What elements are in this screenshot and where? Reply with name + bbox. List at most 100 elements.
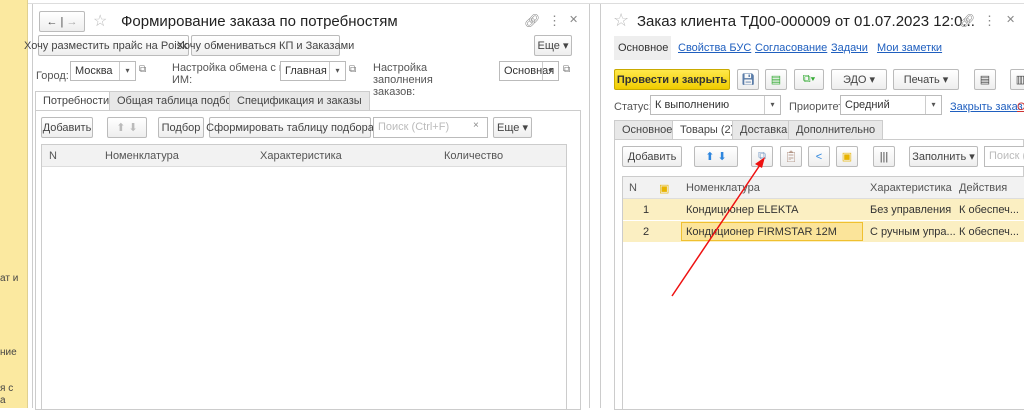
exchange-button[interactable]: Хочу обмениваться КП и Заказами — [177, 35, 354, 56]
print-button[interactable]: Печать ▾ — [893, 69, 959, 90]
tab-delivery[interactable]: Доставка — [732, 120, 796, 140]
open-icon[interactable]: ⧉ — [563, 64, 570, 75]
chevron-down-icon[interactable]: ▾ — [119, 62, 135, 80]
window-title: Заказ клиента ТД00-000009 от 01.07.2023 … — [637, 13, 975, 30]
nav-tasks[interactable]: Задачи — [831, 42, 868, 54]
col-characteristic[interactable]: Характеристика — [870, 182, 952, 194]
table-row[interactable]: 2 Кондиционер FIRMSTAR 12M С ручным упра… — [623, 221, 1024, 243]
sidebar-fragment: ат и — [0, 273, 19, 284]
nav-bus-properties[interactable]: Свойства БУС — [678, 42, 751, 54]
back-icon[interactable]: ← — [47, 16, 58, 28]
col-item[interactable]: Номенклатура — [686, 182, 760, 194]
fill-select[interactable]: Основная ▾ — [499, 61, 559, 81]
link-icon[interactable]: 🔗︎ — [959, 13, 976, 29]
customer-order-window: ☆ Заказ клиента ТД00-000009 от 01.07.202… — [600, 4, 1024, 410]
create-based-button[interactable]: ⧉▾ — [794, 69, 824, 90]
paste-button[interactable]: 📋︎ — [780, 146, 802, 167]
post-and-close-button[interactable]: Провести и закрыть — [614, 69, 730, 90]
table-more-button[interactable]: Еще ▾ — [493, 117, 532, 138]
exchange-value: Главная — [285, 65, 327, 77]
link-icon[interactable]: 🔗︎ — [524, 13, 541, 29]
report-button[interactable]: ▤ — [974, 69, 996, 90]
chevron-down-icon[interactable]: ▾ — [925, 96, 941, 114]
pick-button[interactable]: Подбор — [158, 117, 204, 138]
share-button[interactable]: < — [808, 146, 830, 167]
save-button[interactable]: 💾︎ — [737, 69, 759, 90]
tab-additional[interactable]: Дополнительно — [788, 120, 884, 140]
star-icon[interactable]: ☆ — [93, 11, 107, 31]
copy-button[interactable]: ⧉ — [751, 146, 773, 167]
goods-table: N ▣ Номенклатура Характеристика Действия… — [622, 176, 1024, 410]
share-icon: < — [815, 150, 823, 163]
table-header: N ▣ Номенклатура Характеристика Действия… — [623, 177, 1024, 199]
clear-icon[interactable]: × — [473, 120, 479, 131]
priority-select[interactable]: Средний ▾ — [840, 95, 942, 115]
barcode-icon: ||| — [879, 150, 889, 163]
status-select[interactable]: К выполнению ▾ — [650, 95, 781, 115]
exchange-select[interactable]: Главная ▾ — [280, 61, 346, 81]
move-buttons[interactable]: ⬆ ⬇ — [694, 146, 738, 167]
open-icon[interactable]: ⧉ — [139, 64, 146, 75]
fill-label: Настройка заполнения заказов: — [373, 62, 433, 98]
city-select[interactable]: Москва ▾ — [70, 61, 136, 81]
close-icon[interactable]: ✕ — [1006, 13, 1015, 26]
more-vert-icon[interactable]: ⋮ — [548, 13, 561, 29]
row-action: К обеспеч... — [959, 226, 1019, 238]
arrow-down-icon[interactable]: ⬇ — [718, 150, 727, 163]
row-item: Кондиционер ELEKTA — [686, 204, 799, 216]
col-actions[interactable]: Действия — [959, 182, 1007, 194]
row-number: 2 — [643, 226, 650, 238]
chevron-down-icon[interactable]: ▾ — [764, 96, 780, 114]
col-characteristic[interactable]: Характеристика — [260, 150, 342, 162]
search-input[interactable]: Поиск (Ctrl+F) — [373, 117, 488, 138]
needs-order-window: ← | → ☆ Формирование заказа по потребнос… — [24, 4, 590, 410]
save-icon: 💾︎ — [741, 74, 755, 86]
post-button[interactable]: ▤ — [765, 69, 787, 90]
add-button[interactable]: Добавить — [622, 146, 682, 167]
close-order-link[interactable]: Закрыть заказ — [950, 101, 1023, 113]
sidebar-fragment: я с — [0, 383, 14, 394]
background-sidebar: ат и ние я с а — [0, 0, 28, 408]
search-input[interactable]: Поиск (С — [984, 146, 1024, 167]
sidebar-fragment: а — [0, 395, 6, 406]
open-icon[interactable]: ⧉ — [349, 64, 356, 75]
chevron-down-icon[interactable]: ▾ — [329, 62, 345, 80]
arrow-down-icon[interactable]: ⬇ — [129, 121, 138, 134]
cancel-link[interactable]: О — [1017, 101, 1024, 113]
back-forward-buttons[interactable]: ← | → — [39, 11, 85, 32]
row-number: 1 — [643, 204, 650, 216]
table-row[interactable]: 1 Кондиционер ELEKTA Без управления К об… — [623, 199, 1024, 221]
more-button[interactable]: Еще ▾ — [534, 35, 572, 56]
priority-value: Средний — [845, 99, 890, 111]
col-n[interactable]: N — [49, 150, 57, 162]
row-characteristic: С ручным упра... — [870, 226, 956, 238]
group-button[interactable]: ▣ — [836, 146, 858, 167]
tab-main[interactable]: Основное — [614, 120, 681, 140]
close-icon[interactable]: ✕ — [569, 13, 578, 26]
tab-specification[interactable]: Спецификация и заказы — [229, 91, 370, 111]
structure-button[interactable]: ▥ — [1010, 69, 1024, 90]
nav-my-notes[interactable]: Мои заметки — [877, 42, 942, 54]
col-quantity[interactable]: Количество — [444, 150, 503, 162]
more-vert-icon[interactable]: ⋮ — [983, 13, 996, 29]
col-n[interactable]: N — [629, 182, 637, 194]
move-buttons[interactable]: ⬆ ⬇ — [107, 117, 147, 138]
nav-main[interactable]: Основное — [614, 36, 671, 60]
arrow-up-icon[interactable]: ⬆ — [116, 121, 125, 134]
city-label: Город: — [36, 70, 69, 82]
fill-button[interactable]: Заполнить ▾ — [909, 146, 978, 167]
star-icon[interactable]: ☆ — [613, 10, 629, 31]
col-item[interactable]: Номенклатура — [105, 150, 179, 162]
forward-icon[interactable]: → — [66, 16, 77, 28]
group-icon: ▣ — [841, 151, 853, 163]
chevron-down-icon[interactable]: ▾ — [542, 62, 558, 80]
price-button[interactable]: Хочу разместить прайс на Poisk IM — [24, 35, 203, 56]
nav-approval[interactable]: Согласование — [755, 42, 827, 54]
tab-needs[interactable]: Потребности — [35, 91, 118, 111]
group-icon: ▣ — [659, 183, 670, 195]
arrow-up-icon[interactable]: ⬆ — [705, 150, 714, 163]
barcode-button[interactable]: ||| — [873, 146, 895, 167]
add-button[interactable]: Добавить — [41, 117, 93, 138]
form-table-button[interactable]: Сформировать таблицу подбора — [206, 117, 374, 138]
edo-button[interactable]: ЭДО ▾ — [831, 69, 887, 90]
